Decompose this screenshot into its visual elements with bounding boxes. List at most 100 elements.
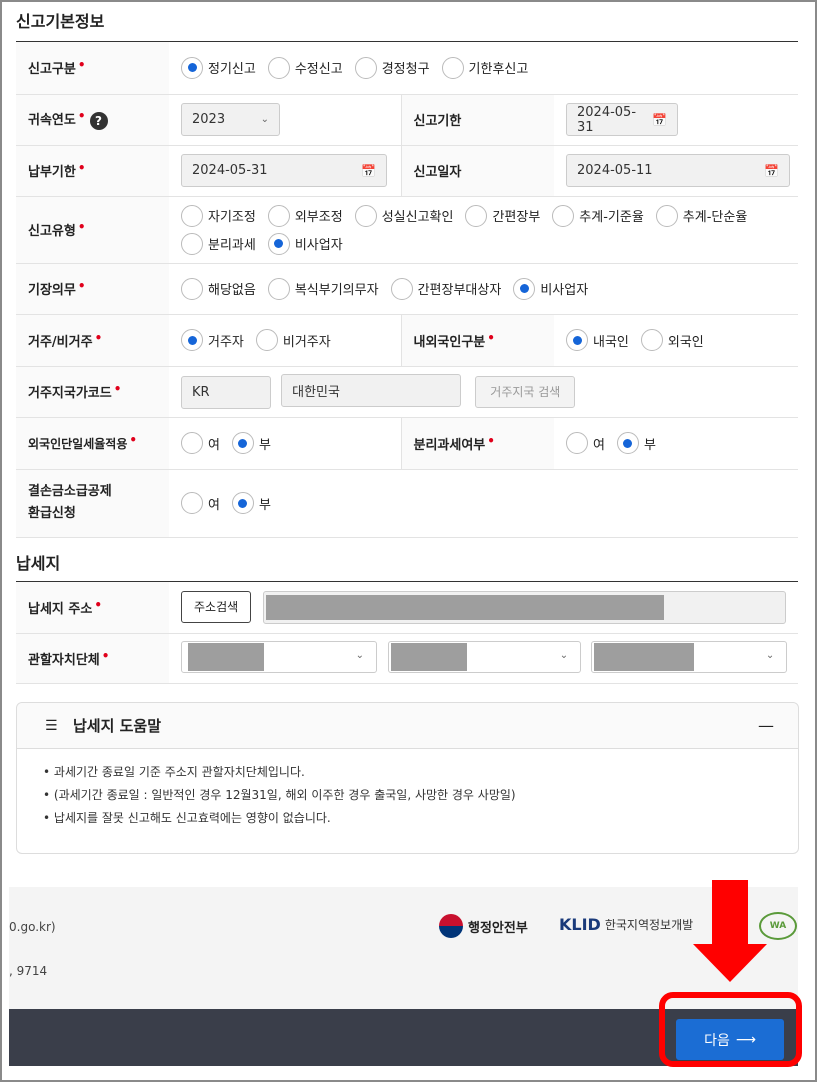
year-select[interactable]: 2023 ⌄ — [181, 103, 280, 136]
calendar-icon[interactable]: 📅 — [652, 113, 667, 127]
klid-logo: KLID 한국지역정보개발 — [559, 915, 694, 934]
label-bookkeeping: 기장의무 • — [16, 263, 169, 315]
radio-circle[interactable] — [655, 204, 678, 227]
radio-circle[interactable] — [640, 329, 663, 351]
tax-place-help-box: ☰ 납세지 도움말 — 과세기간 종료일 기준 주소지 관할자치단체입니다. (… — [16, 702, 799, 854]
calendar-icon[interactable]: 📅 — [764, 164, 779, 178]
radio-circle[interactable] — [552, 204, 575, 227]
radio-report-kind-1[interactable]: 외부조정 — [267, 204, 343, 227]
footer-phone-text: , 9714 — [9, 964, 48, 978]
row-pay-deadline: 납부기한 • 2024-05-31 📅 신고일자 2024-05-11 📅 — [16, 145, 798, 197]
radio-bookkeeping-1[interactable]: 복식부기의무자 — [267, 277, 379, 300]
row-bookkeeping: 기장의무 • 해당없음 복식부기의무자 간편장부대상자 비사업자 — [16, 263, 798, 315]
label-local-gov: 관할자치단체 • — [16, 633, 169, 684]
radio-circle[interactable] — [441, 56, 464, 79]
radio-bookkeeping-3[interactable]: 비사업자 — [513, 277, 588, 300]
radio-report-type-1[interactable]: 수정신고 — [267, 56, 343, 79]
label-report-type: 신고구분 • — [16, 42, 169, 95]
radio-nationality-1[interactable]: 외국인 — [640, 329, 704, 351]
radio-foreigner-rate-1[interactable]: 부 — [231, 432, 271, 454]
radio-report-kind-0[interactable]: 자기조정 — [181, 204, 256, 227]
radio-separate-taxation-1[interactable]: 부 — [616, 432, 656, 454]
label-report-deadline: 신고기한 — [400, 94, 554, 146]
local-gov-select-2[interactable]: ⌄ — [388, 640, 582, 673]
label-loss-refund: 결손금소급공제 환급신청 — [16, 469, 169, 538]
redacted-block — [188, 642, 264, 671]
row-year: 귀속연도 •? 2023 ⌄ 신고기한 2024-05-31 📅 — [16, 94, 798, 146]
radio-report-kind-2[interactable]: 성실신고확인 — [354, 204, 453, 227]
radio-circle[interactable] — [181, 277, 203, 300]
radio-circle[interactable] — [354, 204, 377, 227]
radio-circle[interactable] — [513, 277, 536, 300]
radio-circle[interactable] — [255, 329, 278, 351]
radio-circle[interactable] — [267, 232, 290, 255]
radio-report-type-0[interactable]: 정기신고 — [181, 56, 256, 79]
pay-deadline-field[interactable]: 2024-05-31 📅 — [181, 154, 387, 187]
radio-report-kind-7[interactable]: 비사업자 — [267, 232, 343, 255]
radio-circle[interactable] — [566, 329, 588, 351]
radio-foreigner-rate-0[interactable]: 여 — [181, 432, 220, 454]
taegeuk-icon — [439, 914, 463, 938]
required-mark: • — [77, 58, 86, 73]
report-date-field[interactable]: 2024-05-11 📅 — [566, 154, 790, 187]
label-year: 귀속연도 •? — [16, 94, 169, 146]
radio-circle[interactable] — [390, 277, 413, 300]
radio-report-type-3[interactable]: 기한후신고 — [441, 56, 528, 79]
radio-circle[interactable] — [181, 432, 203, 454]
row-loss-refund: 결손금소급공제 환급신청 여 부 — [16, 469, 798, 538]
radio-circle[interactable] — [181, 232, 203, 255]
radio-circle[interactable] — [231, 432, 254, 454]
help-icon[interactable]: ? — [89, 111, 108, 130]
radio-report-kind-3[interactable]: 간편장부 — [465, 204, 540, 227]
radio-circle[interactable] — [267, 277, 290, 300]
radio-bookkeeping-0[interactable]: 해당없음 — [181, 277, 256, 300]
radio-report-type-2[interactable]: 경정청구 — [354, 56, 430, 79]
report-kind-radio-group: 자기조정 외부조정 성실신고확인 간편장부 추계-기준율 추계-단순율 분리과세… — [181, 204, 781, 255]
row-residency: 거주/비거주 • 거주자 비거주자 내외국인구분 • 내국인 외국인 — [16, 314, 798, 367]
country-name-field[interactable]: 대한민국 — [281, 374, 462, 407]
radio-circle[interactable] — [267, 204, 290, 227]
radio-report-kind-4[interactable]: 추계-기준율 — [552, 204, 644, 227]
radio-nationality-0[interactable]: 내국인 — [566, 329, 629, 351]
wa-certification-logo: WA — [759, 912, 797, 940]
radio-separate-taxation-0[interactable]: 여 — [566, 432, 605, 454]
radio-circle[interactable] — [267, 56, 290, 79]
radio-circle[interactable] — [616, 432, 639, 454]
radio-circle[interactable] — [181, 492, 203, 514]
redacted-block — [391, 642, 468, 671]
country-search-button[interactable]: 거주지국 검색 — [475, 375, 576, 408]
radio-circle[interactable] — [566, 432, 588, 454]
section-title-basic: 신고기본정보 — [16, 0, 798, 42]
radio-circle[interactable] — [465, 204, 488, 227]
radio-residency-0[interactable]: 거주자 — [181, 329, 244, 351]
radio-report-kind-5[interactable]: 추계-단순율 — [655, 204, 747, 227]
basic-info-table: 신고구분 • 정기신고 수정신고 경정청구 기한후신고 귀속연도 •? 2023 ⌄ … — [16, 42, 798, 538]
radio-report-kind-6[interactable]: 분리과세 — [181, 232, 256, 255]
radio-circle[interactable] — [354, 56, 377, 79]
radio-loss-refund-0[interactable]: 여 — [181, 492, 220, 514]
help-box-header[interactable]: ☰ 납세지 도움말 — — [17, 703, 798, 749]
address-field[interactable] — [263, 591, 787, 624]
radio-bookkeeping-2[interactable]: 간편장부대상자 — [390, 277, 501, 300]
local-gov-select-3[interactable]: ⌄ — [591, 640, 788, 673]
report-deadline-field[interactable]: 2024-05-31 📅 — [566, 103, 678, 136]
help-list-icon: ☰ — [45, 717, 58, 734]
chevron-down-icon: ⌄ — [765, 649, 775, 661]
radio-circle[interactable] — [181, 56, 203, 79]
calendar-icon[interactable]: 📅 — [361, 164, 376, 178]
radio-circle[interactable] — [181, 204, 203, 227]
collapse-icon[interactable]: — — [758, 716, 774, 735]
radio-loss-refund-1[interactable]: 부 — [231, 492, 271, 514]
address-search-button[interactable]: 주소검색 — [181, 590, 252, 623]
local-gov-select-1[interactable]: ⌄ — [181, 640, 377, 673]
list-item: 과세기간 종료일 기준 주소지 관할자치단체입니다. — [43, 761, 798, 784]
radio-residency-1[interactable]: 비거주자 — [255, 329, 331, 351]
radio-circle[interactable] — [231, 492, 254, 514]
separate-taxation-radio-group: 여 부 — [566, 432, 798, 454]
row-country-code: 거주지국가코드 • KR 대한민국 거주지국 검색 — [16, 366, 798, 418]
bookkeeping-radio-group: 해당없음 복식부기의무자 간편장부대상자 비사업자 — [181, 277, 798, 300]
radio-circle[interactable] — [181, 329, 203, 351]
label-foreigner-rate: 외국인단일세율적용 • — [16, 417, 169, 470]
chevron-down-icon: ⌄ — [260, 114, 269, 125]
country-code-field[interactable]: KR — [181, 376, 271, 409]
